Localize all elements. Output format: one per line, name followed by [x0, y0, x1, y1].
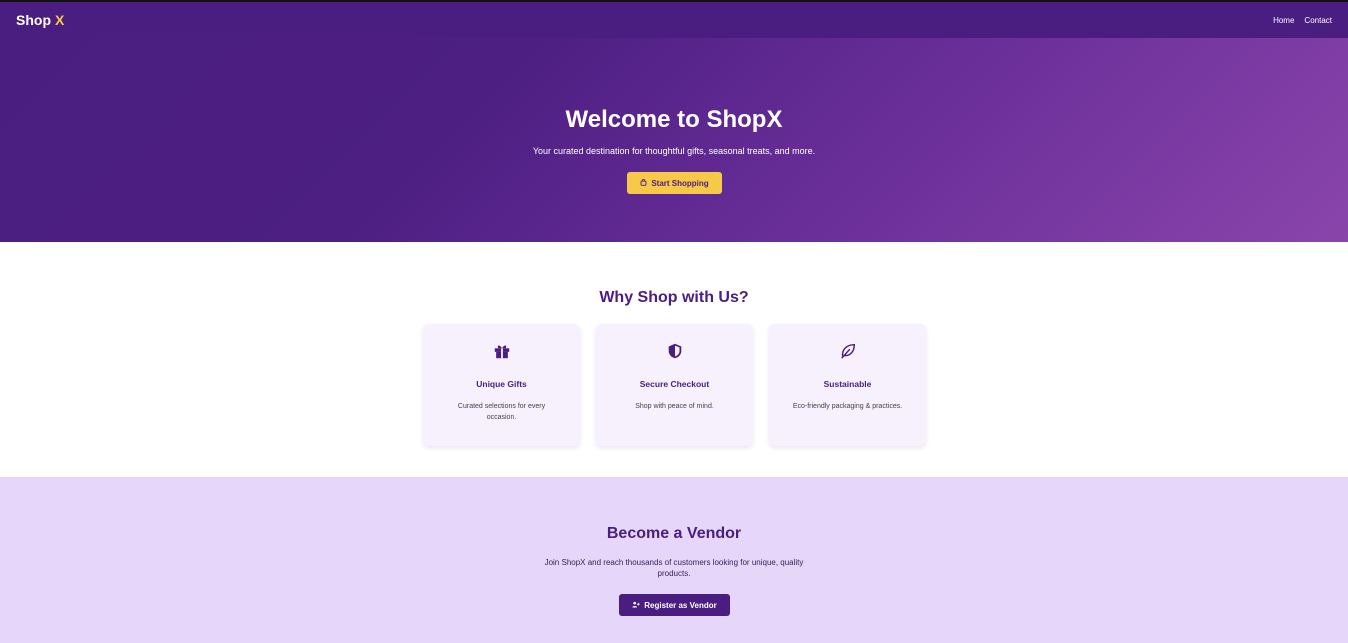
top-navbar: Shop X Home Contact	[0, 0, 1348, 38]
card-text: Eco-friendly packaging & practices.	[792, 403, 903, 410]
hero-section: Welcome to ShopX Your curated destinatio…	[0, 38, 1348, 242]
feature-card-unique-gifts: Unique Gifts Curated selections for ever…	[423, 324, 580, 446]
card-text: Curated selections for every occasion.	[457, 403, 546, 421]
hero-title: Welcome to ShopX	[565, 106, 783, 133]
start-shopping-button[interactable]: Start Shopping	[627, 172, 722, 194]
card-title: Secure Checkout	[639, 379, 710, 389]
shield-icon	[596, 342, 753, 360]
card-text: Shop with peace of mind.	[635, 403, 714, 410]
leaf-icon	[769, 342, 926, 360]
nav-links: Home Contact	[1273, 16, 1332, 25]
card-title: Unique Gifts	[476, 379, 527, 389]
nav-link-contact[interactable]: Contact	[1304, 16, 1332, 25]
hero-subtitle: Your curated destination for thoughtful …	[532, 146, 816, 156]
why-shop-section: Why Shop with Us? Unique Gifts Curated s…	[0, 242, 1348, 477]
vendor-title: Become a Vendor	[606, 525, 742, 542]
card-title: Sustainable	[823, 379, 872, 389]
register-vendor-label: Register as Vendor	[644, 600, 717, 610]
vendor-description: Join ShopX and reach thousands of custom…	[544, 558, 804, 579]
feature-card-secure-checkout: Secure Checkout Shop with peace of mind.	[596, 324, 753, 446]
become-vendor-section: Become a Vendor Join ShopX and reach tho…	[0, 477, 1348, 643]
brand-accent: X	[55, 12, 65, 28]
feature-card-sustainable: Sustainable Eco-friendly packaging & pra…	[769, 324, 926, 446]
register-vendor-button[interactable]: Register as Vendor	[619, 594, 730, 616]
start-shopping-label: Start Shopping	[651, 178, 709, 188]
brand-name: Shop	[16, 12, 51, 28]
shopping-bag-icon	[640, 178, 647, 188]
brand-logo[interactable]: Shop X	[16, 12, 64, 28]
user-plus-icon	[632, 601, 640, 610]
gift-icon	[423, 342, 580, 360]
section-title: Why Shop with Us?	[599, 289, 749, 306]
nav-link-home[interactable]: Home	[1273, 16, 1294, 25]
